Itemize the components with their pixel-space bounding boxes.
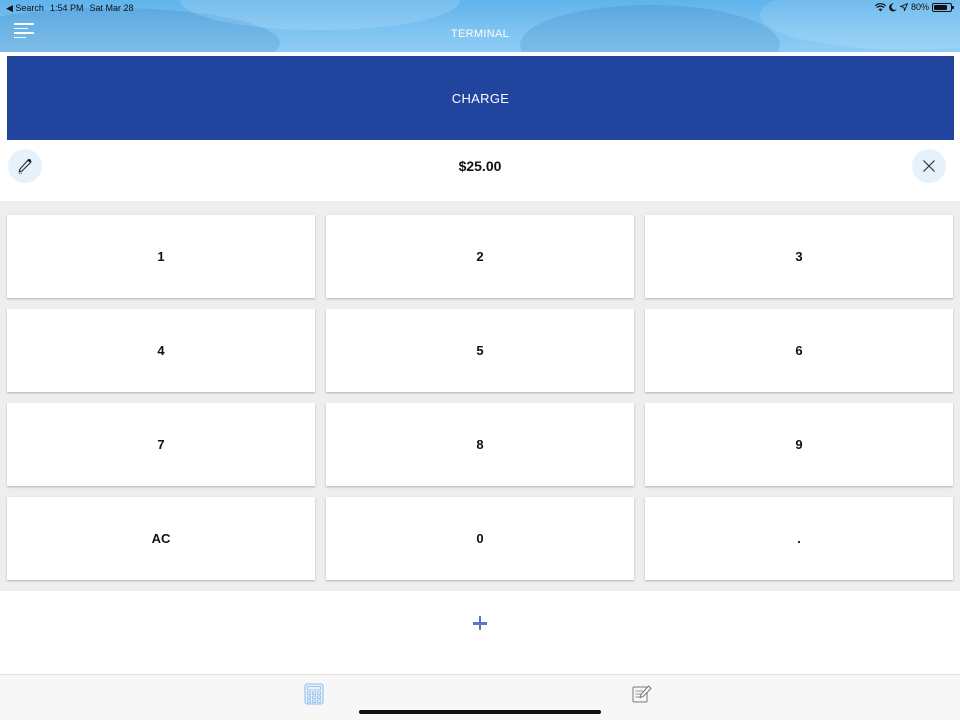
- key-7[interactable]: 7: [7, 403, 315, 486]
- key-label: 1: [157, 249, 165, 264]
- wifi-icon: [874, 2, 886, 11]
- key-8[interactable]: 8: [326, 403, 634, 486]
- key-3[interactable]: 3: [645, 215, 953, 298]
- key-6[interactable]: 6: [645, 309, 953, 392]
- charge-button[interactable]: CHARGE: [7, 56, 954, 140]
- battery-level: [934, 4, 947, 10]
- notes-edit-icon[interactable]: [631, 683, 653, 705]
- plus-icon[interactable]: [470, 613, 490, 633]
- location-arrow-icon: [899, 3, 908, 11]
- moon-icon: [889, 2, 897, 11]
- clear-amount-button[interactable]: [912, 149, 946, 183]
- key-label: 8: [476, 437, 484, 452]
- calculator-icon[interactable]: [303, 683, 325, 705]
- keypad: 1 2 3 4 5 6 7 8 9 AC 0 .: [0, 201, 960, 591]
- key-label: 2: [476, 249, 484, 264]
- key-label: 9: [795, 437, 803, 452]
- header: ◀ Search 1:54 PM Sat Mar 28 80% TERMINAL: [0, 0, 960, 52]
- key-label: .: [797, 531, 801, 546]
- add-item-row: [0, 591, 960, 674]
- key-2[interactable]: 2: [326, 215, 634, 298]
- key-1[interactable]: 1: [7, 215, 315, 298]
- key-label: 5: [476, 343, 484, 358]
- status-date: Sat Mar 28: [89, 3, 134, 13]
- status-time: 1:54 PM: [49, 3, 84, 13]
- key-label: AC: [151, 531, 171, 546]
- charge-label: CHARGE: [451, 90, 510, 106]
- key-label: 7: [157, 437, 165, 452]
- back-to-search-link[interactable]: ◀ Search: [6, 3, 44, 14]
- home-indicator[interactable]: [359, 710, 601, 714]
- key-4[interactable]: 4: [7, 309, 315, 392]
- battery-percent: 80%: [910, 2, 929, 12]
- key-label: 0: [476, 531, 484, 546]
- battery-icon: [932, 2, 954, 12]
- key-label: 3: [795, 249, 803, 264]
- key-label: 4: [157, 343, 165, 358]
- key-0[interactable]: 0: [326, 497, 634, 580]
- key-clear-all[interactable]: AC: [7, 497, 315, 580]
- key-decimal[interactable]: .: [645, 497, 953, 580]
- status-bar: ◀ Search 1:54 PM Sat Mar 28 80%: [0, 0, 960, 16]
- app-root: ◀ Search 1:54 PM Sat Mar 28 80% TERMINAL…: [0, 0, 960, 720]
- key-label: 6: [795, 343, 803, 358]
- key-9[interactable]: 9: [645, 403, 953, 486]
- key-5[interactable]: 5: [326, 309, 634, 392]
- page-title: TERMINAL: [450, 28, 510, 40]
- amount-display: $25.00: [458, 158, 502, 174]
- close-icon: [923, 160, 935, 172]
- amount-row: $25.00: [0, 141, 960, 201]
